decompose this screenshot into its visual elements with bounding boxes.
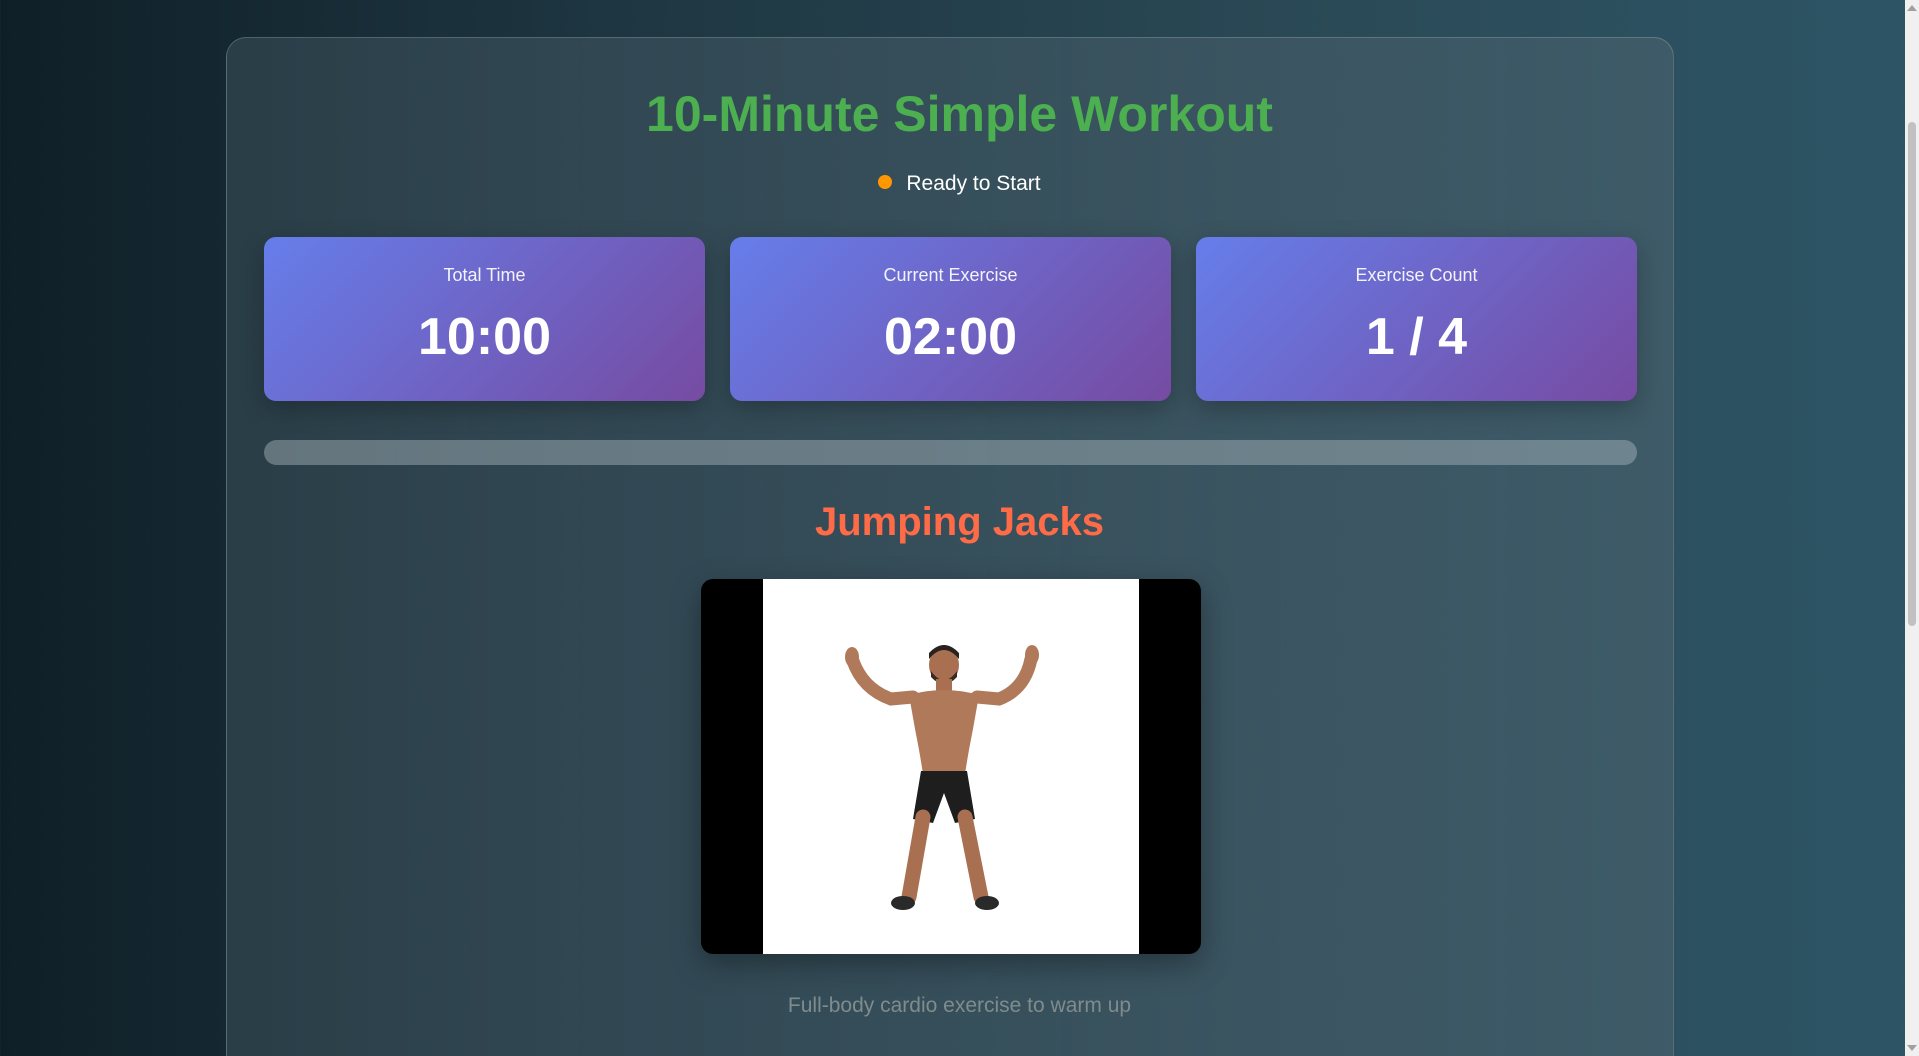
scroll-up-icon[interactable] <box>1907 5 1917 11</box>
exercise-name: Jumping Jacks <box>814 500 1104 544</box>
exercise-count-label: Exercise Count <box>1355 265 1478 285</box>
exercise-description: Full-body cardio exercise to warm up <box>787 994 1132 1017</box>
scroll-down-icon[interactable] <box>1907 1045 1917 1051</box>
exercise-video[interactable] <box>701 579 1201 954</box>
exercise-count-card: Exercise Count 1 / 4 <box>1196 237 1637 401</box>
status-text: Ready to Start <box>906 172 1041 195</box>
jumping-jacks-person-icon <box>845 645 1039 910</box>
current-exercise-value: 02:00 <box>884 308 1017 366</box>
scroll-thumb[interactable] <box>1908 122 1916 626</box>
total-time-card: Total Time 10:00 <box>264 237 705 401</box>
exercise-count-value: 1 / 4 <box>1365 308 1468 366</box>
total-time-label: Total Time <box>443 265 526 285</box>
workout-progress-bar <box>264 440 1637 465</box>
vertical-scrollbar[interactable] <box>1905 0 1919 1056</box>
exercise-image <box>763 579 1139 954</box>
current-exercise-card: Current Exercise 02:00 <box>730 237 1171 401</box>
page-title: 10-Minute Simple Workout <box>646 86 1273 142</box>
total-time-value: 10:00 <box>418 308 551 366</box>
status-dot-icon <box>878 175 893 189</box>
status-indicator: Ready to Start <box>0 170 1919 198</box>
current-exercise-label: Current Exercise <box>883 265 1018 285</box>
